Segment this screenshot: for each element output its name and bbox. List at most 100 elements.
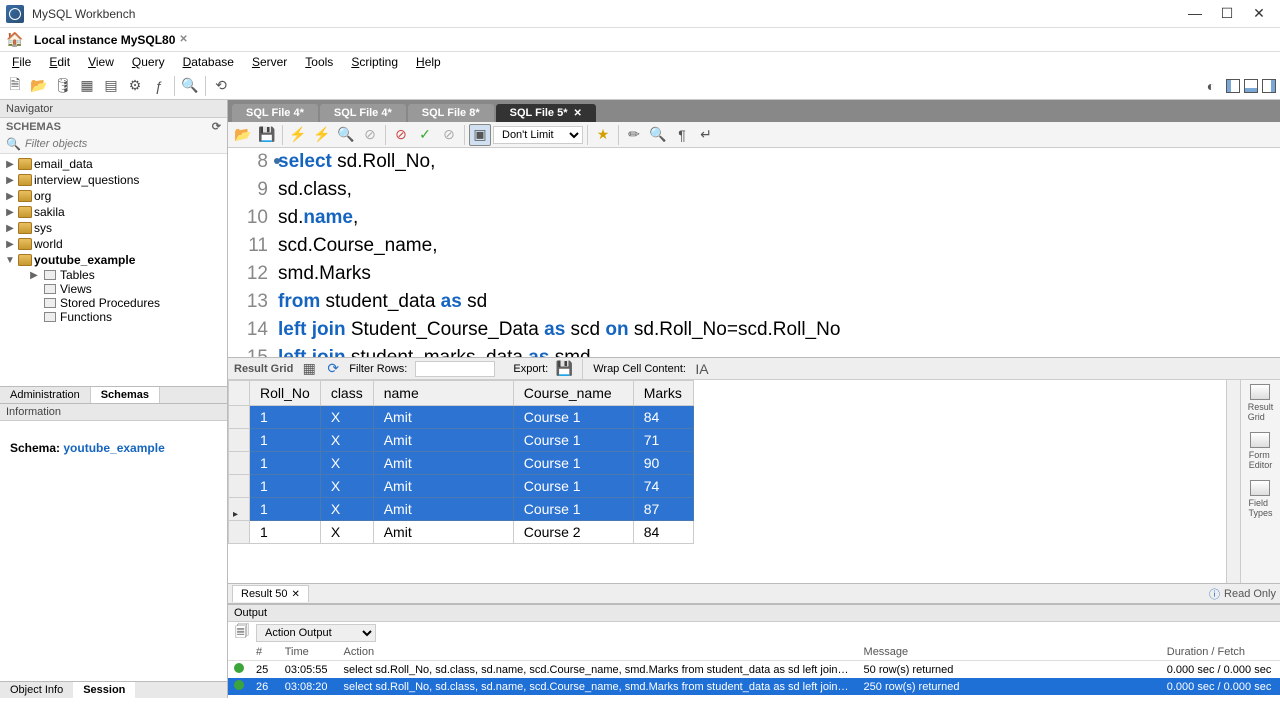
info-tab-object-info[interactable]: Object Info <box>0 682 73 698</box>
table-row[interactable]: 1XAmitCourse 284 <box>229 521 694 544</box>
menu-server[interactable]: Server <box>244 53 295 71</box>
sql-editor[interactable]: 8select sd.Roll_No,9sd.class,10sd.name,1… <box>228 148 1280 358</box>
minimize-button[interactable]: — <box>1188 5 1202 22</box>
output-table[interactable]: #TimeActionMessageDuration / Fetch2503:0… <box>228 644 1280 695</box>
wrap-cell-icon[interactable]: IA <box>694 361 710 377</box>
result-grid[interactable]: Roll_NoclassnameCourse_nameMarks1XAmitCo… <box>228 380 1226 583</box>
find-icon[interactable]: 🔍 <box>647 124 669 146</box>
menu-edit[interactable]: Edit <box>41 53 78 71</box>
nav-tab-schemas[interactable]: Schemas <box>91 387 160 403</box>
output-selector[interactable]: Action Output <box>256 624 376 642</box>
close-icon[interactable]: ✕ <box>574 108 582 119</box>
grid-icon[interactable]: ▦ <box>301 361 317 377</box>
side-tool-field-types[interactable]: FieldTypes <box>1248 480 1272 518</box>
title-bar: MySQL Workbench — ☐ ✕ <box>0 0 1280 28</box>
schemas-header: SCHEMAS ⟳ <box>0 118 227 135</box>
editor-panel: SQL File 4*SQL File 4*SQL File 8*SQL Fil… <box>228 100 1280 698</box>
schema-child-functions[interactable]: Functions <box>0 310 227 324</box>
schema-sys[interactable]: ▶ sys <box>0 220 227 236</box>
settings-icon[interactable]: ◐ <box>1200 75 1222 97</box>
menu-query[interactable]: Query <box>124 53 173 71</box>
explain-icon[interactable]: 🔍 <box>335 124 357 146</box>
refresh-icon[interactable]: ⟳ <box>212 120 221 133</box>
scrollbar[interactable] <box>1226 380 1240 583</box>
success-icon <box>234 663 244 673</box>
schema-sakila[interactable]: ▶ sakila <box>0 204 227 220</box>
table-row[interactable]: 1XAmitCourse 174 <box>229 475 694 498</box>
table-row[interactable]: 1XAmitCourse 171 <box>229 429 694 452</box>
result-side-tools: ResultGrid FormEditor FieldTypes <box>1240 380 1280 583</box>
function-icon[interactable]: ƒ <box>148 75 170 97</box>
save-icon[interactable]: 💾 <box>256 124 278 146</box>
refresh-icon[interactable]: ⟳ <box>325 361 341 377</box>
filter-input[interactable] <box>25 138 221 150</box>
maximize-button[interactable]: ☐ <box>1220 5 1234 22</box>
schema-tree[interactable]: ▶ email_data▶ interview_questions▶ org▶ … <box>0 154 227 386</box>
toggle-left-pane-icon[interactable] <box>1226 79 1240 93</box>
menu-view[interactable]: View <box>80 53 122 71</box>
wrap-icon[interactable]: ↵ <box>695 124 717 146</box>
file-tab[interactable]: SQL File 4* <box>320 104 406 122</box>
output-icon[interactable]: 🗐 <box>234 625 250 641</box>
file-tab[interactable]: SQL File 4* <box>232 104 318 122</box>
schema-org[interactable]: ▶ org <box>0 188 227 204</box>
open-sql-icon[interactable]: 📂 <box>28 75 50 97</box>
toggle-bottom-pane-icon[interactable] <box>1244 79 1258 93</box>
inspector-icon[interactable]: 🛢 <box>52 75 74 97</box>
home-icon[interactable]: 🏠 <box>6 31 24 49</box>
invisible-icon[interactable]: ¶ <box>671 124 693 146</box>
nav-tab-administration[interactable]: Administration <box>0 387 91 403</box>
view-icon[interactable]: ▤ <box>100 75 122 97</box>
schema-email_data[interactable]: ▶ email_data <box>0 156 227 172</box>
beautify-icon[interactable]: ✏ <box>623 124 645 146</box>
menu-database[interactable]: Database <box>175 53 242 71</box>
rollback-icon[interactable]: ✓ <box>414 124 436 146</box>
open-file-icon[interactable]: 📂 <box>232 124 254 146</box>
toggle-right-pane-icon[interactable] <box>1262 79 1276 93</box>
menu-help[interactable]: Help <box>408 53 449 71</box>
output-row[interactable]: 2603:08:20select sd.Roll_No, sd.class, s… <box>228 678 1280 695</box>
new-sql-icon[interactable]: 🗎 <box>4 75 26 97</box>
limit-select[interactable]: Don't Limit <box>493 126 583 144</box>
menu-scripting[interactable]: Scripting <box>343 53 406 71</box>
autocommit-icon[interactable]: ⊘ <box>438 124 460 146</box>
side-tool-form-editor[interactable]: FormEditor <box>1249 432 1273 470</box>
close-icon[interactable]: ✕ <box>291 589 299 600</box>
result-tab[interactable]: Result 50 ✕ <box>232 585 309 602</box>
main-toolbar: 🗎 📂 🛢 ▦ ▤ ⚙ ƒ 🔍 ⟲ ◐ <box>0 72 1280 100</box>
close-button[interactable]: ✕ <box>1252 5 1266 22</box>
schema-child-stored-procedures[interactable]: Stored Procedures <box>0 296 227 310</box>
connection-tab[interactable]: Local instance MySQL80 ✕ <box>34 33 188 47</box>
commit-icon[interactable]: ⊘ <box>390 124 412 146</box>
editor-toolbar: 📂 💾 ⚡ ⚡ 🔍 ⊘ ⊘ ✓ ⊘ ▣ Don't Limit ★ ✏ 🔍 ¶ … <box>228 122 1280 148</box>
schema-youtube_example[interactable]: ▼ youtube_example <box>0 252 227 268</box>
execute-current-icon[interactable]: ⚡ <box>311 124 333 146</box>
file-tab[interactable]: SQL File 5*✕ <box>496 104 596 122</box>
schema-child-views[interactable]: Views <box>0 282 227 296</box>
procedure-icon[interactable]: ⚙ <box>124 75 146 97</box>
menu-file[interactable]: File <box>4 53 39 71</box>
schema-world[interactable]: ▶ world <box>0 236 227 252</box>
table-row[interactable]: 1XAmitCourse 190 <box>229 452 694 475</box>
export-icon[interactable]: 💾 <box>556 361 572 377</box>
table-row[interactable]: 1XAmitCourse 187 <box>229 498 694 521</box>
reconnect-icon[interactable]: ⟲ <box>210 75 232 97</box>
search-icon[interactable]: 🔍 <box>179 75 201 97</box>
execute-icon[interactable]: ⚡ <box>287 124 309 146</box>
menu-tools[interactable]: Tools <box>297 53 341 71</box>
info-schema-value: youtube_example <box>63 441 164 455</box>
stop-icon[interactable]: ⊘ <box>359 124 381 146</box>
schema-interview_questions[interactable]: ▶ interview_questions <box>0 172 227 188</box>
favorite-icon[interactable]: ★ <box>592 124 614 146</box>
output-row[interactable]: 2503:05:55select sd.Roll_No, sd.class, s… <box>228 661 1280 679</box>
file-tab[interactable]: SQL File 8* <box>408 104 494 122</box>
close-icon[interactable]: ✕ <box>179 34 187 45</box>
info-tab-session[interactable]: Session <box>73 682 135 698</box>
table-icon[interactable]: ▦ <box>76 75 98 97</box>
toggle-icon[interactable]: ▣ <box>469 124 491 146</box>
info-bottom-tabs: Object InfoSession <box>0 681 227 698</box>
side-tool-result-grid[interactable]: ResultGrid <box>1248 384 1274 422</box>
filter-rows-input[interactable] <box>415 361 495 377</box>
table-row[interactable]: 1XAmitCourse 184 <box>229 406 694 429</box>
schema-child-tables[interactable]: ▶ Tables <box>0 268 227 282</box>
